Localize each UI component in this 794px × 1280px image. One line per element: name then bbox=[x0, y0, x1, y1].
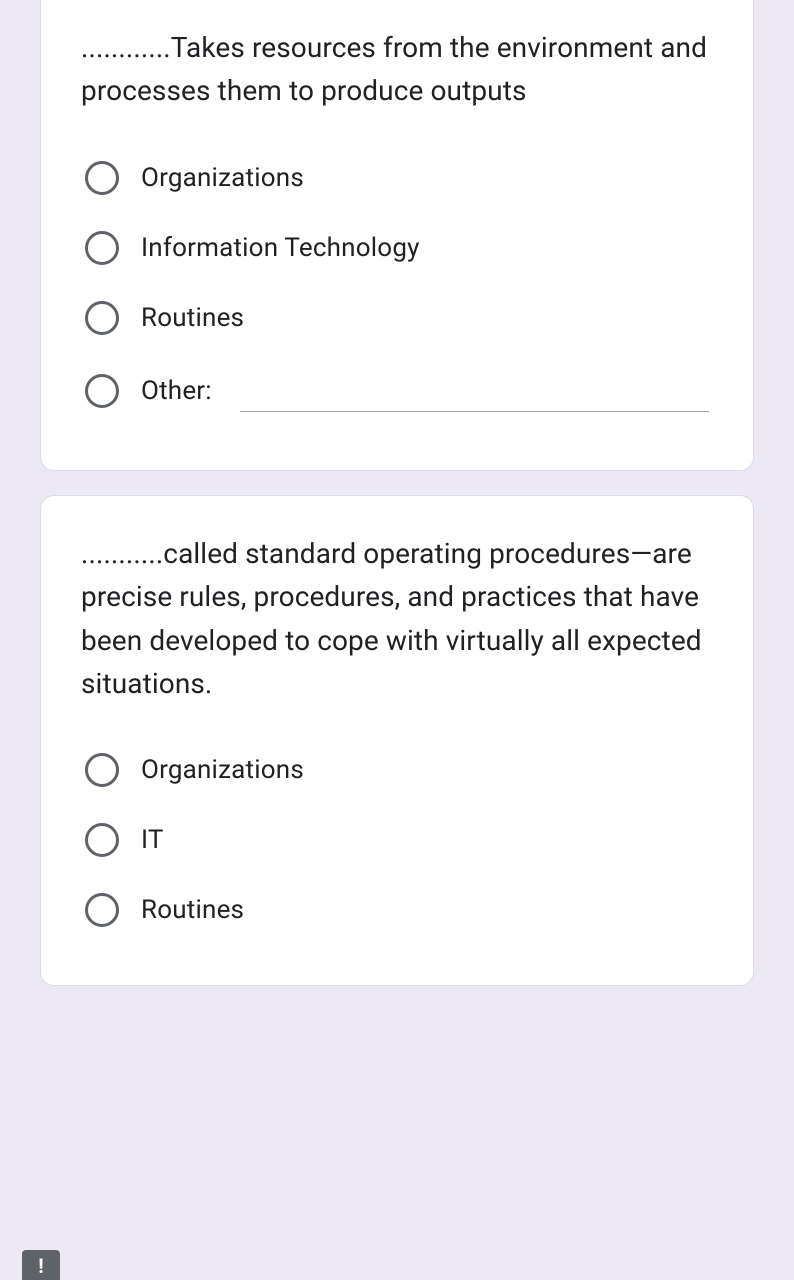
option-label-other: Other: bbox=[141, 376, 212, 406]
question-card-2: ...........called standard operating pro… bbox=[40, 495, 754, 987]
option-label: Organizations bbox=[141, 755, 304, 785]
option-label: Organizations bbox=[141, 163, 304, 193]
other-input[interactable] bbox=[240, 371, 709, 412]
option-label: Information Technology bbox=[141, 233, 420, 263]
question-text: ............Takes resources from the env… bbox=[81, 26, 713, 113]
radio-option-it[interactable]: IT bbox=[81, 809, 713, 871]
option-label: IT bbox=[141, 825, 164, 855]
options-group: Organizations Information Technology Rou… bbox=[81, 147, 713, 426]
option-label: Routines bbox=[141, 895, 244, 925]
radio-icon bbox=[85, 231, 119, 265]
radio-icon bbox=[85, 893, 119, 927]
radio-option-information-technology[interactable]: Information Technology bbox=[81, 217, 713, 279]
radio-icon bbox=[85, 374, 119, 408]
radio-option-routines[interactable]: Routines bbox=[81, 287, 713, 349]
radio-option-other[interactable]: Other: bbox=[81, 357, 713, 426]
radio-option-routines[interactable]: Routines bbox=[81, 879, 713, 941]
other-row: Other: bbox=[141, 371, 709, 412]
question-card-1: ............Takes resources from the env… bbox=[40, 0, 754, 471]
options-group: Organizations IT Routines bbox=[81, 739, 713, 941]
radio-icon bbox=[85, 301, 119, 335]
radio-icon bbox=[85, 753, 119, 787]
report-badge[interactable]: ! bbox=[22, 1250, 60, 1280]
exclamation-icon: ! bbox=[38, 1256, 43, 1276]
option-label: Routines bbox=[141, 303, 244, 333]
radio-option-organizations[interactable]: Organizations bbox=[81, 739, 713, 801]
radio-icon bbox=[85, 823, 119, 857]
question-text: ...........called standard operating pro… bbox=[81, 532, 713, 706]
radio-option-organizations[interactable]: Organizations bbox=[81, 147, 713, 209]
radio-icon bbox=[85, 161, 119, 195]
